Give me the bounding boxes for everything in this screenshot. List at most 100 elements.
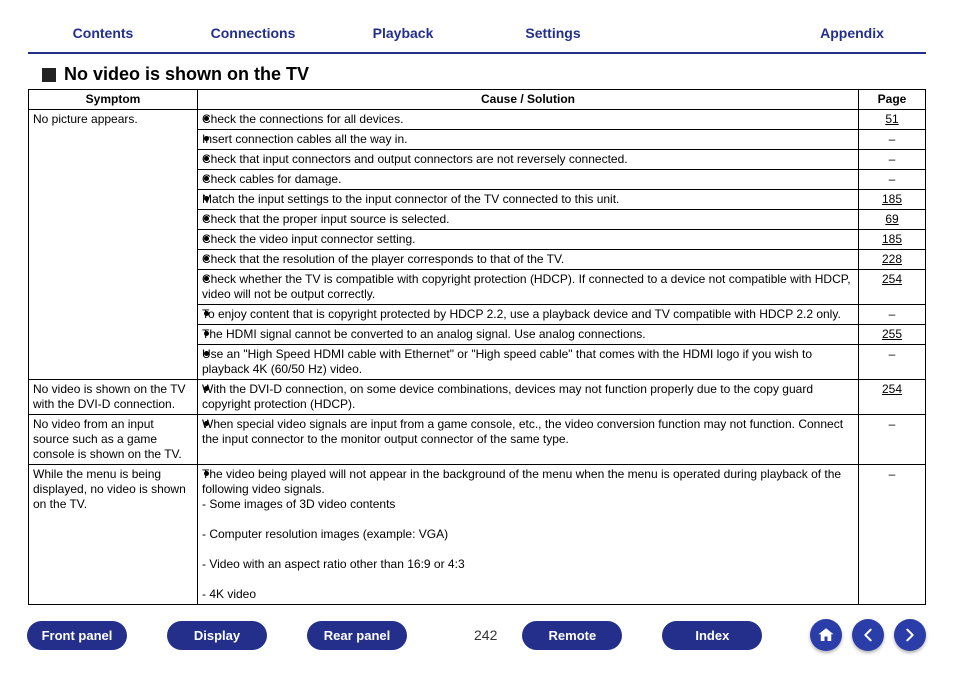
bullet-icon (204, 471, 209, 476)
troubleshoot-table-wrap: Symptom Cause / Solution Page No picture… (28, 89, 926, 605)
table-header-row: Symptom Cause / Solution Page (29, 90, 926, 110)
table-body: No picture appears. Check the connections… (29, 110, 926, 605)
symptom-cell: No picture appears. (29, 110, 198, 380)
cause-text: To enjoy content that is copyright prote… (202, 307, 841, 321)
cause-text: Check that the resolution of the player … (202, 252, 564, 266)
display-button[interactable]: Display (168, 622, 266, 649)
tab-label: Connections (211, 25, 296, 41)
cause-text: When special video signals are input fro… (202, 417, 843, 446)
page-link[interactable]: 255 (882, 327, 902, 341)
cause-text: Check cables for damage. (202, 172, 341, 186)
page-number: 242 (474, 627, 497, 643)
page-link[interactable]: 51 (885, 112, 898, 126)
table-row: While the menu is being displayed, no vi… (29, 465, 926, 605)
front-panel-button[interactable]: Front panel (28, 622, 126, 649)
page-link[interactable]: 69 (885, 212, 898, 226)
symptom-cell: While the menu is being displayed, no vi… (29, 465, 198, 605)
page-cell[interactable]: 254 (859, 380, 926, 415)
tab-playback[interactable]: Playback (328, 18, 478, 48)
bullet-icon (204, 311, 209, 316)
cause-cell: Check the video input connector setting. (198, 230, 859, 250)
prev-page-icon[interactable] (852, 619, 884, 651)
footer-nav-icons (810, 619, 926, 651)
index-button[interactable]: Index (663, 622, 761, 649)
cause-text: The HDMI signal cannot be converted to a… (202, 327, 646, 341)
bullet-icon (204, 236, 209, 241)
page-link[interactable]: 228 (882, 252, 902, 266)
bullet-icon (204, 256, 209, 261)
page-link[interactable]: 254 (882, 382, 902, 396)
bullet-icon (204, 331, 209, 336)
bullet-icon (204, 216, 209, 221)
bullet-icon (204, 196, 209, 201)
tab-label: Appendix (820, 25, 884, 41)
cause-text: Check the video input connector setting. (202, 232, 415, 246)
next-page-icon[interactable] (894, 619, 926, 651)
tab-label: Tips (689, 25, 718, 41)
cause-cell: With the DVI-D connection, on some devic… (198, 380, 859, 415)
tab-appendix[interactable]: Appendix (778, 18, 926, 48)
square-bullet-icon (42, 68, 56, 82)
cause-text: Check the connections for all devices. (202, 112, 403, 126)
tab-settings[interactable]: Settings (478, 18, 628, 48)
cause-cell: To enjoy content that is copyright prote… (198, 305, 859, 325)
rear-panel-button[interactable]: Rear panel (308, 622, 406, 649)
page-cell[interactable]: 254 (859, 270, 926, 305)
page-root: Contents Connections Playback Settings T… (0, 0, 954, 673)
page-link[interactable]: 185 (882, 192, 902, 206)
page-cell[interactable]: 255 (859, 325, 926, 345)
cause-cell: Check that input connectors and output c… (198, 150, 859, 170)
cause-text: The video being played will not appear i… (202, 467, 841, 496)
th-page: Page (859, 90, 926, 110)
top-tabs: Contents Connections Playback Settings T… (28, 18, 926, 54)
th-cause: Cause / Solution (198, 90, 859, 110)
table-row: No video from an input source such as a … (29, 415, 926, 465)
tab-contents[interactable]: Contents (28, 18, 178, 48)
page-cell: – (859, 345, 926, 380)
th-symptom: Symptom (29, 90, 198, 110)
bullet-icon (204, 116, 209, 121)
symptom-cell: No video is shown on the TV with the DVI… (29, 380, 198, 415)
page-cell: – (859, 465, 926, 605)
cause-text: Match the input settings to the input co… (202, 192, 619, 206)
cause-subline: - 4K video (202, 587, 854, 602)
cause-cell: When special video signals are input fro… (198, 415, 859, 465)
page-cell[interactable]: 185 (859, 230, 926, 250)
page-cell: – (859, 170, 926, 190)
cause-cell: Check that the resolution of the player … (198, 250, 859, 270)
bullet-icon (204, 421, 209, 426)
cause-subline: - Computer resolution images (example: V… (202, 527, 854, 542)
cause-cell: The HDMI signal cannot be converted to a… (198, 325, 859, 345)
page-cell[interactable]: 228 (859, 250, 926, 270)
cause-text: Check that the proper input source is se… (202, 212, 449, 226)
remote-button[interactable]: Remote (523, 622, 621, 649)
tab-connections[interactable]: Connections (178, 18, 328, 48)
table-row: No video is shown on the TV with the DVI… (29, 380, 926, 415)
cause-cell: Check the connections for all devices. (198, 110, 859, 130)
bullet-icon (204, 386, 209, 391)
cause-text: Check that input connectors and output c… (202, 152, 628, 166)
tab-tips[interactable]: Tips (628, 18, 778, 48)
page-cell: – (859, 150, 926, 170)
bullet-icon (204, 156, 209, 161)
table-row: No picture appears.Check the connections… (29, 110, 926, 130)
section-heading: No video is shown on the TV (42, 64, 926, 85)
page-link[interactable]: 254 (882, 272, 902, 286)
page-cell[interactable]: 69 (859, 210, 926, 230)
page-link[interactable]: 185 (882, 232, 902, 246)
cause-text: Use an "High Speed HDMI cable with Ether… (202, 347, 812, 376)
tab-label: Contents (73, 25, 134, 41)
cause-cell: Use an "High Speed HDMI cable with Ether… (198, 345, 859, 380)
cause-cell: Check that the proper input source is se… (198, 210, 859, 230)
bullet-icon (204, 176, 209, 181)
bullet-icon (204, 276, 209, 281)
page-cell[interactable]: 185 (859, 190, 926, 210)
home-icon[interactable] (810, 619, 842, 651)
page-cell: – (859, 130, 926, 150)
troubleshoot-table: Symptom Cause / Solution Page No picture… (28, 89, 926, 605)
bullet-icon (204, 351, 209, 356)
cause-cell: Insert connection cables all the way in. (198, 130, 859, 150)
page-cell[interactable]: 51 (859, 110, 926, 130)
page-cell: – (859, 305, 926, 325)
bullet-icon (204, 136, 209, 141)
